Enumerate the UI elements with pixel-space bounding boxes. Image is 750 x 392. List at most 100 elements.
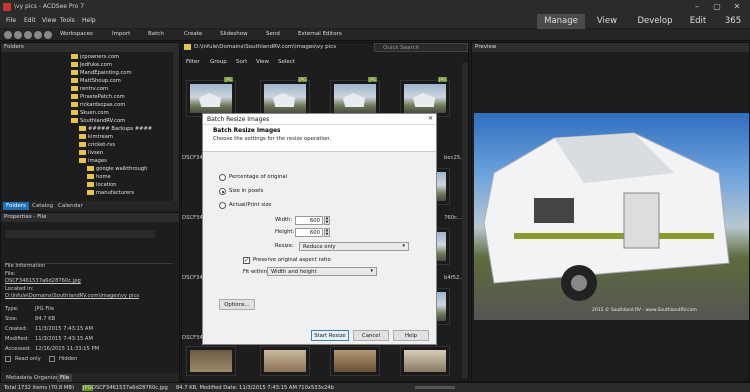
help-button[interactable]: Help [393, 330, 429, 341]
tree-item[interactable]: SouthlandRV.com [71, 118, 125, 125]
thumbnail-caption: DSCF34 [182, 155, 203, 161]
tab-folders[interactable]: Folders [3, 202, 29, 210]
tree-item[interactable]: home [87, 174, 111, 181]
tree-item[interactable]: kimtream [79, 134, 113, 141]
tree-item[interactable]: manufacturers [87, 190, 134, 197]
tree-item[interactable]: rickardscpas.com [71, 102, 125, 109]
tree-item[interactable]: cricket-rvs [79, 142, 115, 149]
view-menu[interactable]: View [256, 59, 269, 65]
menu-view[interactable]: View [42, 17, 56, 24]
options-button[interactable]: Options... [219, 299, 255, 310]
readonly-label: Read only [15, 356, 41, 362]
dialog-header: Batch Resize Images Choose the settings … [203, 125, 436, 152]
tree-item[interactable]: images [79, 158, 107, 165]
group-menu[interactable]: Group [210, 59, 227, 65]
readonly-checkbox[interactable] [5, 356, 11, 362]
filter-menu[interactable]: Filter [186, 59, 200, 65]
minimize-button[interactable]: – [690, 2, 704, 11]
batch-resize-dialog: Batch Resize Images ✕ Batch Resize Image… [202, 113, 437, 345]
preserve-aspect-checkbox[interactable]: ✓ [243, 257, 250, 264]
tab-edit[interactable]: Edit [683, 14, 713, 29]
pixels-radio[interactable] [219, 188, 226, 195]
home-icon[interactable] [44, 31, 52, 39]
zoom-slider[interactable] [415, 386, 455, 389]
accessed-row: Accessed: 12/16/2015 11:33:15 PM [5, 346, 100, 352]
thumbnail[interactable] [330, 346, 380, 376]
tab-manage[interactable]: Manage [537, 14, 585, 29]
external-editors-menu[interactable]: External Editors [298, 31, 342, 37]
folders-panel: Folders jcpowners.com Jedfuke.com MandEp… [0, 42, 180, 210]
sort-menu[interactable]: Sort [236, 59, 247, 65]
thumbnail[interactable]: JPG [400, 77, 450, 117]
select-menu[interactable]: Select [278, 59, 295, 65]
file-value: DSCF3461537a6d28760c.jpg [5, 278, 81, 284]
thumbnail-caption: DSCF34 [182, 335, 203, 341]
maximize-button[interactable]: ▢ [710, 2, 724, 11]
tree-item[interactable]: ##### Backups #### [79, 126, 152, 133]
chevron-down-icon: ▾ [402, 243, 405, 249]
up-icon[interactable] [24, 31, 32, 39]
folders-scrollbar[interactable] [173, 52, 179, 201]
tab-file[interactable]: File [57, 374, 73, 382]
menu-file[interactable]: File [6, 17, 16, 24]
tree-item[interactable]: google walkthrough [87, 166, 147, 173]
refresh-icon[interactable] [34, 31, 42, 39]
thumbnail[interactable]: JPG [260, 77, 310, 117]
actual-radio[interactable] [219, 202, 226, 209]
title-bar: \vy pics - ACDSee Pro 7 – ▢ ✕ [0, 0, 750, 14]
resize-select[interactable]: Reduce only ▾ [299, 242, 409, 251]
cancel-button[interactable]: Cancel [353, 330, 389, 341]
tree-item[interactable]: livsen [79, 150, 103, 157]
width-label: Width: [275, 217, 293, 223]
tab-view[interactable]: View [587, 14, 627, 29]
thumbnail[interactable]: JPG [186, 77, 236, 117]
slideshow-menu[interactable]: Slideshow [220, 31, 248, 37]
preview-panel: Preview 2015 © Southland RV - www.Southl… [471, 42, 750, 382]
located-label: Located in: [5, 286, 34, 292]
tab-calendar[interactable]: Calendar [55, 202, 86, 210]
tree-item[interactable]: MattShoup.com [71, 78, 121, 85]
tab-catalog[interactable]: Catalog [29, 202, 56, 210]
create-menu[interactable]: Create [184, 31, 202, 37]
back-icon[interactable] [4, 31, 12, 39]
tree-item[interactable]: PirastePatch.com [71, 94, 125, 101]
properties-toolbar [5, 230, 155, 238]
dialog-close-icon[interactable]: ✕ [428, 115, 433, 122]
tree-item[interactable]: jcpowners.com [71, 54, 119, 61]
tab-develop[interactable]: Develop [630, 14, 680, 29]
width-spinner[interactable]: ▲ ▼ [324, 216, 330, 225]
thumbnail[interactable] [186, 346, 236, 376]
tree-item[interactable]: rentrv.com [71, 86, 108, 93]
percentage-radio[interactable] [219, 174, 226, 181]
width-input[interactable]: 600 [295, 216, 323, 225]
window-title: \vy pics - ACDSee Pro 7 [14, 3, 85, 10]
located-link[interactable]: D:\Infule\Domains\SouthlandRV.com\images… [5, 293, 139, 299]
thumbnail[interactable] [260, 346, 310, 376]
hidden-checkbox[interactable] [49, 356, 55, 362]
height-input[interactable]: 600 [295, 228, 323, 237]
created-row: Created: 11/3/2015 7:43:15 AM [5, 326, 93, 332]
batch-menu[interactable]: Batch [148, 31, 164, 37]
tree-item[interactable]: Skuen.com [71, 110, 109, 117]
fit-within-select[interactable]: Width and height ▾ [267, 267, 377, 276]
menu-help[interactable]: Help [82, 17, 96, 24]
import-menu[interactable]: Import [112, 31, 130, 37]
menu-tools[interactable]: Tools [60, 17, 75, 24]
workspaces-menu[interactable]: Workspaces [60, 31, 93, 37]
path-bar[interactable]: D:\Infule\Domains\SouthlandRV.com\images… [194, 44, 336, 50]
thumbnail[interactable]: JPG [330, 77, 380, 117]
quick-search-input[interactable]: Quick Search [374, 43, 468, 52]
browser-scrollbar[interactable] [462, 63, 468, 378]
menu-edit[interactable]: Edit [24, 17, 36, 24]
close-button[interactable]: ✕ [730, 2, 744, 11]
thumbnail[interactable] [400, 346, 450, 376]
height-spinner[interactable]: ▲ ▼ [324, 228, 330, 237]
start-resize-button[interactable]: Start Resize [311, 330, 349, 341]
send-menu[interactable]: Send [266, 31, 280, 37]
tree-item[interactable]: MandEpainting.com [71, 70, 132, 77]
tree-item[interactable]: location [87, 182, 117, 189]
tree-item[interactable]: Jedfuke.com [71, 62, 112, 69]
status-filename: DSCF3461537a6d28760c.jpg [92, 384, 168, 391]
tab-365[interactable]: 365 [718, 14, 748, 29]
forward-icon[interactable] [14, 31, 22, 39]
